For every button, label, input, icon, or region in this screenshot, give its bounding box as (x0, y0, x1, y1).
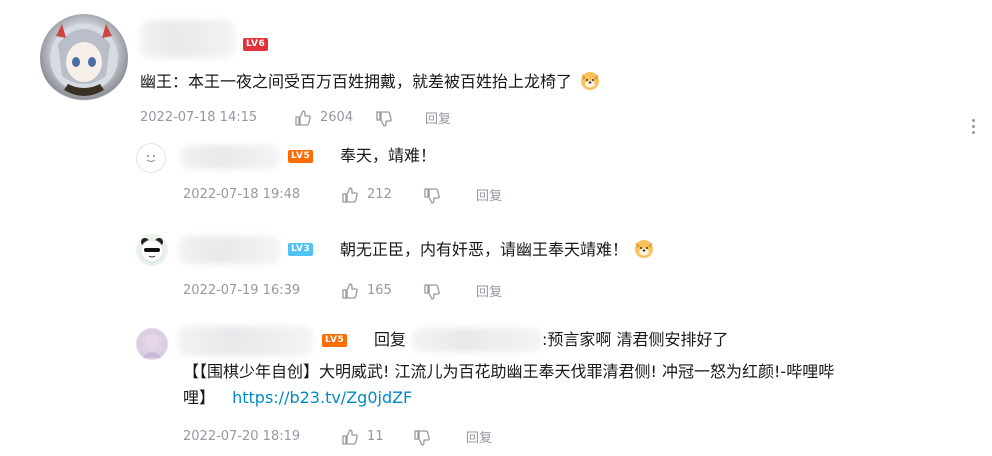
reply-body: 朝无正臣，内有奸恶，请幽王奉天靖难！ (340, 240, 629, 259)
smiley-icon (146, 155, 156, 162)
reply-text-line3: 哩】 https://b23.tv/Zg0jdZF (183, 386, 412, 410)
user-avatar[interactable] (136, 328, 168, 360)
reply-button[interactable]: 回复 (476, 281, 502, 300)
like-icon[interactable] (341, 186, 359, 204)
comment-body: 幽王：本王一夜之间受百万百姓拥戴，就差被百姓抬上龙椅了 (140, 72, 573, 91)
like-count: 165 (367, 283, 392, 298)
comment-text: 幽王：本王一夜之间受百万百姓拥戴，就差被百姓抬上龙椅了 (140, 69, 601, 94)
panda-icon (140, 238, 164, 263)
reply-time: 2022-07-20 18:19 (183, 429, 301, 444)
like-count: 11 (367, 429, 384, 444)
username-blurred[interactable] (140, 20, 235, 58)
dislike-icon[interactable] (423, 187, 441, 205)
reply-time: 2022-07-18 19:48 (183, 187, 301, 202)
reply-button[interactable]: 回复 (425, 108, 451, 127)
like-icon[interactable] (294, 109, 312, 127)
video-link[interactable]: https://b23.tv/Zg0jdZF (232, 388, 412, 407)
video-title: 【【围棋少年自创】大明威武! 江流儿为百花助幽王奉天伐罪清君侧! 冲冠一怒为红颜… (183, 362, 835, 381)
dislike-icon[interactable] (413, 429, 431, 447)
level-badge: LV5 (288, 150, 314, 163)
dislike-icon[interactable] (375, 110, 393, 128)
reply-text: :预言家啊 清君侧安排好了 (542, 330, 729, 349)
mentioned-user-blurred[interactable] (412, 328, 542, 352)
level-badge: LV5 (322, 334, 348, 347)
more-options-icon[interactable] (969, 118, 977, 138)
reply-time: 2022-07-19 16:39 (183, 283, 301, 298)
reply-button[interactable]: 回复 (476, 185, 502, 204)
like-icon[interactable] (341, 282, 359, 300)
user-avatar[interactable] (40, 14, 128, 102)
username-blurred[interactable] (178, 326, 313, 356)
like-count: 2604 (320, 110, 354, 125)
like-count: 212 (367, 187, 392, 202)
video-title-end: 哩】 (183, 388, 216, 407)
reply-text: 奉天，靖难！ (340, 146, 437, 165)
user-avatar[interactable] (136, 143, 166, 173)
username-blurred[interactable] (178, 236, 280, 264)
dislike-icon[interactable] (423, 283, 441, 301)
username-blurred[interactable] (180, 145, 280, 169)
reply-text: 朝无正臣，内有奸恶，请幽王奉天靖难！ (340, 237, 655, 262)
comment-time: 2022-07-18 14:15 (140, 110, 258, 125)
like-icon[interactable] (341, 428, 359, 446)
profile-picture-icon (142, 335, 162, 358)
level-badge: LV6 (243, 38, 269, 51)
dog-emoji-icon (633, 237, 655, 259)
reply-button[interactable]: 回复 (466, 427, 492, 446)
level-badge: LV3 (288, 243, 314, 256)
anime-avatar-icon (50, 24, 118, 96)
reply-prefix[interactable]: 回复 (374, 328, 406, 352)
user-avatar[interactable] (136, 234, 168, 266)
dog-emoji-icon (579, 69, 601, 91)
